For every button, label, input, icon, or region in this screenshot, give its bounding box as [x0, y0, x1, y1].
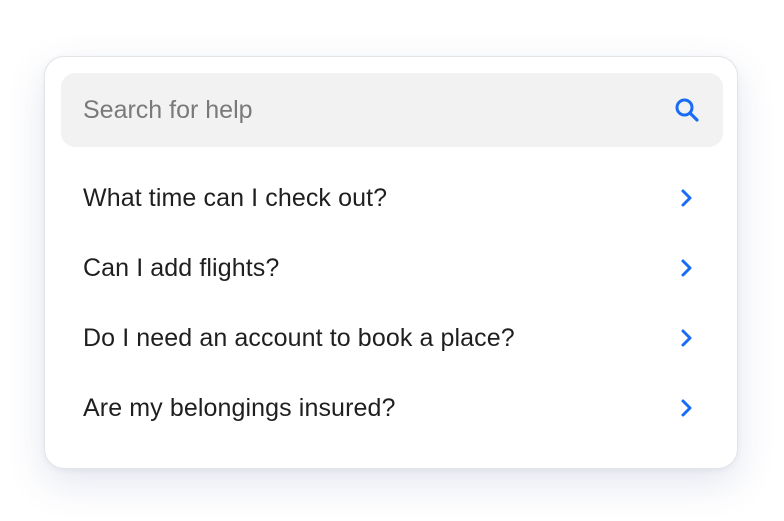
faq-item-label: Are my belongings insured?: [83, 393, 396, 422]
faq-item-label: Do I need an account to book a place?: [83, 323, 515, 352]
chevron-right-icon: [677, 188, 697, 208]
help-card: What time can I check out? Can I add fli…: [44, 56, 738, 469]
faq-item-label: Can I add flights?: [83, 253, 280, 282]
faq-list: What time can I check out? Can I add fli…: [61, 163, 723, 443]
chevron-right-icon: [677, 328, 697, 348]
faq-item-check-out[interactable]: What time can I check out?: [61, 163, 723, 233]
faq-item-label: What time can I check out?: [83, 183, 388, 212]
chevron-right-icon: [677, 258, 697, 278]
chevron-right-icon: [677, 398, 697, 418]
faq-item-add-flights[interactable]: Can I add flights?: [61, 233, 723, 303]
faq-item-insured[interactable]: Are my belongings insured?: [61, 373, 723, 443]
faq-item-account[interactable]: Do I need an account to book a place?: [61, 303, 723, 373]
search-input[interactable]: [83, 90, 673, 130]
search-bar[interactable]: [61, 73, 723, 147]
search-icon[interactable]: [673, 96, 701, 124]
